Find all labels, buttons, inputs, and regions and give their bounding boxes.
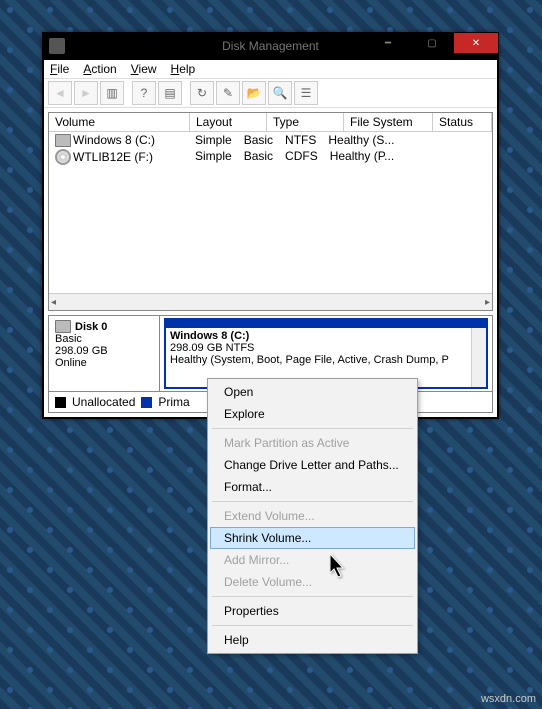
refresh-icon[interactable]: ↻	[190, 81, 214, 105]
partition-status: Healthy (System, Boot, Page File, Active…	[170, 354, 449, 366]
find-icon[interactable]: 🔍	[268, 81, 292, 105]
disk-state: Online	[55, 357, 153, 369]
col-type[interactable]: Type	[267, 113, 344, 131]
scroll-right-icon[interactable]: ▸	[485, 297, 490, 308]
volume-name: WTLIB12E (F:)	[73, 150, 153, 164]
open-icon[interactable]: 📂	[242, 81, 266, 105]
legend-primary-label: Prima	[158, 395, 189, 409]
vertical-scrollbar[interactable]	[471, 328, 486, 387]
menu-separator	[212, 501, 413, 502]
col-volume[interactable]: Volume	[49, 113, 190, 131]
horizontal-scrollbar[interactable]: ◂ ▸	[49, 293, 492, 310]
disk-size: 298.09 GB	[55, 345, 153, 357]
volume-rows: Windows 8 (C:) Simple Basic NTFS Healthy…	[49, 132, 492, 293]
back-button[interactable]: ◄	[48, 81, 72, 105]
menu-item-change-drive-letter-and-paths[interactable]: Change Drive Letter and Paths...	[210, 454, 415, 476]
menu-file[interactable]: File	[50, 62, 69, 76]
menu-item-format[interactable]: Format...	[210, 476, 415, 498]
menubar: File Action View Help	[44, 60, 497, 78]
menu-item-extend-volume: Extend Volume...	[210, 505, 415, 527]
menu-action[interactable]: Action	[83, 62, 116, 76]
maximize-button[interactable]: ▢	[410, 33, 454, 53]
menu-item-mark-partition-as-active: Mark Partition as Active	[210, 432, 415, 454]
col-fs[interactable]: File System	[344, 113, 433, 131]
watermark: wsxdn.com	[481, 693, 536, 705]
disk-kind: Basic	[55, 333, 153, 345]
scroll-left-icon[interactable]: ◂	[51, 297, 56, 308]
partition-subtitle: 298.09 GB NTFS	[170, 342, 254, 354]
menu-item-help[interactable]: Help	[210, 629, 415, 651]
menu-separator	[212, 596, 413, 597]
list-icon[interactable]: ☰	[294, 81, 318, 105]
forward-button[interactable]: ►	[74, 81, 98, 105]
table-row[interactable]: WTLIB12E (F:) Simple Basic CDFS Healthy …	[49, 148, 492, 166]
context-menu: OpenExplore Mark Partition as ActiveChang…	[207, 378, 418, 654]
menu-item-properties[interactable]: Properties	[210, 600, 415, 622]
help-icon[interactable]: ▤	[158, 81, 182, 105]
disk-management-window: Disk Management ━ ▢ ✕ File Action View H…	[42, 32, 499, 419]
disk-icon	[55, 320, 71, 333]
client-area: File Action View Help ◄ ► ▥ ? ▤ ↻ ✎ 📂 🔍 …	[43, 59, 498, 418]
titlebar[interactable]: Disk Management ━ ▢ ✕	[43, 33, 498, 59]
export-icon[interactable]: ✎	[216, 81, 240, 105]
menu-view[interactable]: View	[131, 62, 157, 76]
cd-icon	[55, 149, 71, 165]
menu-separator	[212, 625, 413, 626]
col-layout[interactable]: Layout	[190, 113, 267, 131]
legend-unallocated-label: Unallocated	[72, 395, 135, 409]
close-button[interactable]: ✕	[454, 33, 498, 53]
volume-list: Volume Layout Type File System Status Wi…	[48, 112, 493, 311]
menu-item-explore[interactable]: Explore	[210, 403, 415, 425]
disk-info[interactable]: Disk 0 Basic 298.09 GB Online	[49, 316, 160, 391]
menu-separator	[212, 428, 413, 429]
table-row[interactable]: Windows 8 (C:) Simple Basic NTFS Healthy…	[49, 132, 492, 148]
up-button[interactable]: ▥	[100, 81, 124, 105]
menu-item-open[interactable]: Open	[210, 381, 415, 403]
col-status[interactable]: Status	[433, 113, 492, 131]
app-icon	[49, 38, 65, 54]
volume-name: Windows 8 (C:)	[73, 133, 155, 147]
column-headers: Volume Layout Type File System Status	[49, 113, 492, 132]
legend-unallocated-swatch	[55, 397, 66, 408]
window-controls: ━ ▢ ✕	[366, 33, 498, 53]
properties-icon[interactable]: ?	[132, 81, 156, 105]
drive-icon	[55, 134, 71, 147]
menu-item-delete-volume: Delete Volume...	[210, 571, 415, 593]
menu-item-add-mirror: Add Mirror...	[210, 549, 415, 571]
minimize-button[interactable]: ━	[366, 33, 410, 53]
partition-title: Windows 8 (C:)	[170, 330, 249, 342]
legend-primary-swatch	[141, 397, 152, 408]
menu-help[interactable]: Help	[171, 62, 196, 76]
menu-item-shrink-volume[interactable]: Shrink Volume...	[210, 527, 415, 549]
disk-label: Disk 0	[75, 321, 107, 333]
toolbar: ◄ ► ▥ ? ▤ ↻ ✎ 📂 🔍 ☰	[44, 78, 497, 108]
